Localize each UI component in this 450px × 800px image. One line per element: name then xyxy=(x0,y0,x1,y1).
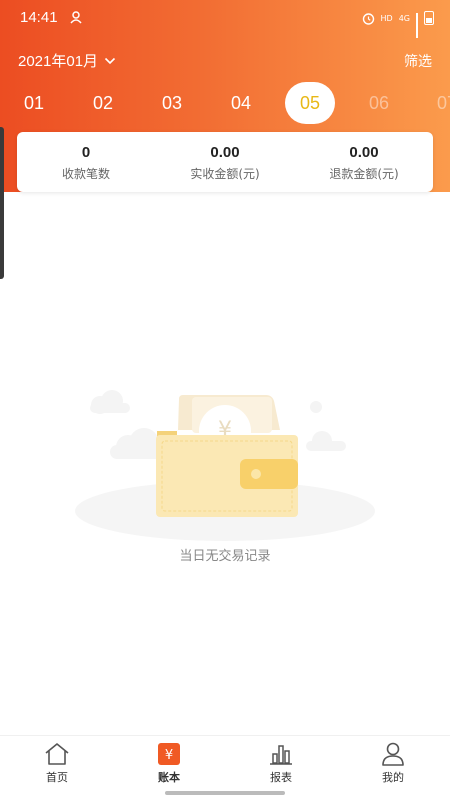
tab-home-label: 首页 xyxy=(46,771,68,784)
summary-card: 0 收款笔数 0.00 实收金额(元) 0.00 退款金额(元) xyxy=(17,132,433,192)
wallet-icon: ¥ xyxy=(75,390,375,541)
network-hd-label: HD xyxy=(380,13,393,23)
home-indicator[interactable] xyxy=(165,791,285,795)
home-icon xyxy=(45,743,69,765)
tab-me[interactable]: 我的 xyxy=(353,742,433,785)
chart-icon xyxy=(270,745,292,765)
day-07[interactable]: 07 xyxy=(422,82,450,124)
app-notification-icon xyxy=(70,11,82,24)
month-picker[interactable]: 2021年01月 xyxy=(18,50,116,71)
tab-home[interactable]: 首页 xyxy=(17,742,97,785)
status-bar: 14:41 HD 4G xyxy=(0,0,450,38)
signal-4g-label: 4G xyxy=(398,13,410,23)
user-icon xyxy=(382,742,404,766)
tab-me-label: 我的 xyxy=(382,771,404,784)
svg-text:¥: ¥ xyxy=(165,748,173,763)
status-time: 14:41 xyxy=(20,9,58,26)
tab-report-label: 报表 xyxy=(270,771,292,784)
day-03[interactable]: 03 xyxy=(147,82,197,124)
day-04[interactable]: 04 xyxy=(216,82,266,124)
tab-report[interactable]: 报表 xyxy=(241,742,321,785)
bottom-tab-bar: 首页 ¥ 账本 报表 我的 xyxy=(0,735,450,800)
edge-handle[interactable] xyxy=(0,127,4,279)
day-06[interactable]: 06 xyxy=(354,82,404,124)
chevron-down-icon xyxy=(104,57,116,64)
ledger-icon: ¥ xyxy=(158,743,180,765)
stat-count-value: 0 xyxy=(81,144,91,161)
month-label: 2021年01月 xyxy=(18,53,99,70)
day-02[interactable]: 02 xyxy=(78,82,128,124)
alarm-icon xyxy=(362,12,374,25)
day-01[interactable]: 01 xyxy=(9,82,59,124)
tab-ledger[interactable]: ¥ 账本 xyxy=(129,742,209,785)
signal-icon xyxy=(416,13,418,38)
stat-received: 0.00 实收金额(元) xyxy=(156,144,294,182)
tab-ledger-label: 账本 xyxy=(158,771,180,784)
stat-refund-value: 0.00 xyxy=(349,144,379,161)
stat-refund: 0.00 退款金额(元) xyxy=(295,144,433,182)
battery-icon xyxy=(424,11,434,25)
stat-received-label: 实收金额(元) xyxy=(190,167,260,181)
day-selector: 01 02 03 04 05 06 07 xyxy=(0,82,450,126)
stat-count-label: 收款笔数 xyxy=(61,167,110,181)
stat-received-value: 0.00 xyxy=(210,144,240,161)
day-05-selected[interactable]: 05 xyxy=(285,82,335,124)
filter-button[interactable]: 筛选 xyxy=(404,51,432,71)
stat-refund-label: 退款金额(元) xyxy=(329,167,399,181)
empty-state-message: 当日无交易记录 xyxy=(179,549,271,564)
stat-count: 0 收款笔数 xyxy=(17,144,155,182)
